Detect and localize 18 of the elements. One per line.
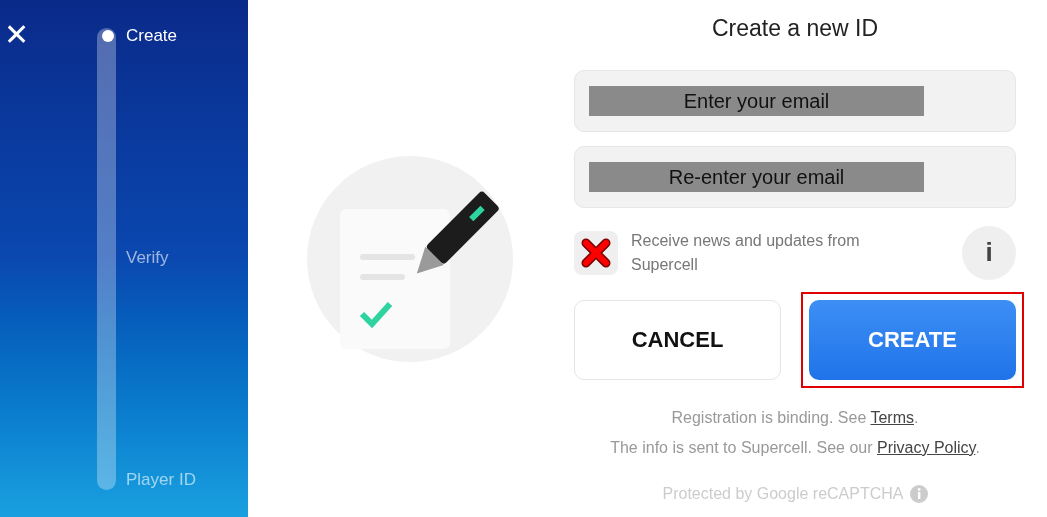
close-button[interactable]: ✕	[0, 20, 33, 50]
step-label: Create	[126, 25, 178, 48]
legal-note: Registration is binding. See Terms.	[671, 407, 919, 428]
step-label: Player ID	[126, 469, 196, 492]
form-title: Create a new ID	[710, 14, 880, 44]
legal-link[interactable]: Privacy Policy	[877, 438, 976, 456]
newsletter-checkbox[interactable]	[574, 230, 618, 275]
newsletter-label: Receive news and updates from Supercell	[631, 230, 861, 275]
pen-document-icon	[305, 153, 515, 364]
step-label: Verify	[126, 247, 169, 270]
create-button[interactable]: CREATE	[809, 299, 1016, 380]
cancel-button[interactable]: CANCEL	[574, 299, 781, 380]
info-button[interactable]: i	[962, 225, 1016, 280]
cross-icon	[581, 237, 611, 268]
email-field[interactable]: Enter your email	[574, 69, 1016, 132]
legal-link[interactable]: Terms	[870, 408, 914, 426]
email-field[interactable]: Re-enter your email	[574, 145, 1016, 208]
legal-note: The info is sent to Supercell. See our Privacy Policy.	[610, 437, 980, 458]
